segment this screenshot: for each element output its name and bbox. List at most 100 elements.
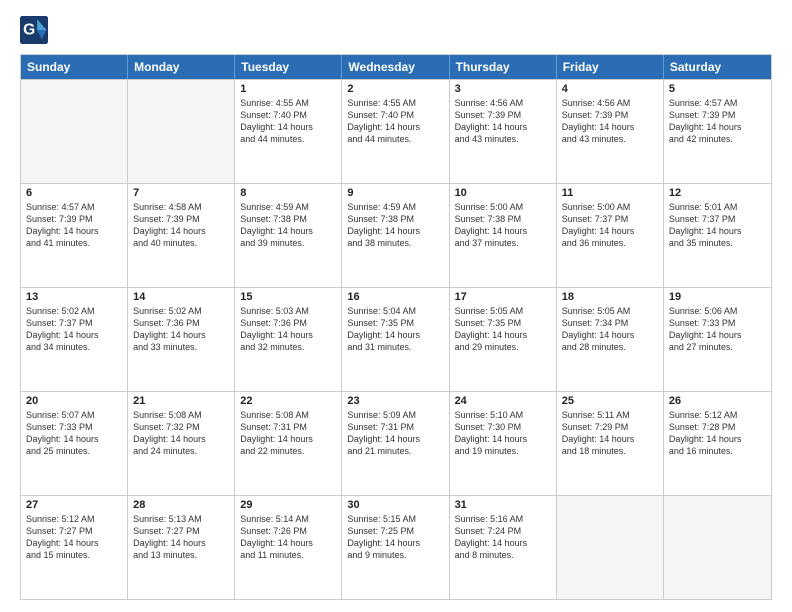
day-number: 3 [455, 83, 551, 95]
calendar-cell: 10 Sunrise: 5:00 AM Sunset: 7:38 PM Dayli… [450, 184, 557, 287]
day-info: Sunrise: 5:12 AM Sunset: 7:28 PM Dayligh… [669, 409, 766, 458]
day-number: 29 [240, 499, 336, 511]
day-number: 8 [240, 187, 336, 199]
calendar-cell: 28Sunrise: 5:13 AM Sunset: 7:27 PM Dayli… [128, 496, 235, 599]
day-info: Sunrise: 5:08 AM Sunset: 7:32 PM Dayligh… [133, 409, 229, 458]
calendar-cell: 22 Sunrise: 5:08 AM Sunset: 7:31 PM Dayli… [235, 392, 342, 495]
weekday-header-wednesday: Wednesday [342, 55, 449, 79]
day-number: 31 [455, 499, 551, 511]
calendar-cell: 18 Sunrise: 5:05 AM Sunset: 7:34 PM Dayli… [557, 288, 664, 391]
day-number: 16 [347, 291, 443, 303]
day-info: Sunrise: 5:00 AM Sunset: 7:38 PM Dayligh… [455, 201, 551, 250]
day-number: 20 [26, 395, 122, 407]
calendar-cell: 29 Sunrise: 5:14 AM Sunset: 7:26 PM Dayli… [235, 496, 342, 599]
day-number: 6 [26, 187, 122, 199]
calendar-cell: 5 Sunrise: 4:57 AM Sunset: 7:39 PM Daylig… [664, 80, 771, 183]
calendar-cell: 12 Sunrise: 5:01 AM Sunset: 7:37 PM Dayli… [664, 184, 771, 287]
day-info: Sunrise: 4:56 AM Sunset: 7:39 PM Dayligh… [562, 97, 658, 146]
calendar-cell [128, 80, 235, 183]
page: G SundayMondayTuesdayWednesdayThursdayFr… [0, 0, 792, 612]
weekday-header-thursday: Thursday [450, 55, 557, 79]
day-info: Sunrise: 4:59 AM Sunset: 7:38 PM Dayligh… [240, 201, 336, 250]
day-number: 17 [455, 291, 551, 303]
day-number: 25 [562, 395, 658, 407]
day-number: 22 [240, 395, 336, 407]
day-number: 30 [347, 499, 443, 511]
day-number: 13 [26, 291, 122, 303]
day-info: Sunrise: 5:15 AM Sunset: 7:25 PM Dayligh… [347, 513, 443, 562]
day-number: 26 [669, 395, 766, 407]
day-number: 23 [347, 395, 443, 407]
day-info: Sunrise: 4:57 AM Sunset: 7:39 PM Dayligh… [669, 97, 766, 146]
day-number: 10 [455, 187, 551, 199]
day-info: Sunrise: 5:10 AM Sunset: 7:30 PM Dayligh… [455, 409, 551, 458]
logo: G [20, 16, 52, 44]
weekday-header-tuesday: Tuesday [235, 55, 342, 79]
calendar-row-3: 20 Sunrise: 5:07 AM Sunset: 7:33 PM Dayli… [21, 391, 771, 495]
day-info: Sunrise: 4:57 AM Sunset: 7:39 PM Dayligh… [26, 201, 122, 250]
day-info: Sunrise: 4:58 AM Sunset: 7:39 PM Dayligh… [133, 201, 229, 250]
calendar-cell: 14Sunrise: 5:02 AM Sunset: 7:36 PM Dayli… [128, 288, 235, 391]
calendar-body: 1 Sunrise: 4:55 AM Sunset: 7:40 PM Daylig… [21, 79, 771, 599]
day-info: Sunrise: 5:06 AM Sunset: 7:33 PM Dayligh… [669, 305, 766, 354]
day-info: Sunrise: 5:01 AM Sunset: 7:37 PM Dayligh… [669, 201, 766, 250]
day-info: Sunrise: 5:14 AM Sunset: 7:26 PM Dayligh… [240, 513, 336, 562]
calendar-cell: 7Sunrise: 4:58 AM Sunset: 7:39 PM Daylig… [128, 184, 235, 287]
calendar-row-2: 13 Sunrise: 5:02 AM Sunset: 7:37 PM Dayli… [21, 287, 771, 391]
day-info: Sunrise: 5:05 AM Sunset: 7:34 PM Dayligh… [562, 305, 658, 354]
logo-icon: G [20, 16, 48, 44]
day-number: 21 [133, 395, 229, 407]
day-info: Sunrise: 5:09 AM Sunset: 7:31 PM Dayligh… [347, 409, 443, 458]
weekday-header-saturday: Saturday [664, 55, 771, 79]
day-info: Sunrise: 5:11 AM Sunset: 7:29 PM Dayligh… [562, 409, 658, 458]
calendar-cell: 16 Sunrise: 5:04 AM Sunset: 7:35 PM Dayli… [342, 288, 449, 391]
day-info: Sunrise: 4:55 AM Sunset: 7:40 PM Dayligh… [240, 97, 336, 146]
weekday-header-monday: Monday [128, 55, 235, 79]
day-number: 4 [562, 83, 658, 95]
calendar-cell: 6 Sunrise: 4:57 AM Sunset: 7:39 PM Daylig… [21, 184, 128, 287]
day-info: Sunrise: 4:55 AM Sunset: 7:40 PM Dayligh… [347, 97, 443, 146]
day-info: Sunrise: 5:02 AM Sunset: 7:36 PM Dayligh… [133, 305, 229, 354]
calendar-cell: 30 Sunrise: 5:15 AM Sunset: 7:25 PM Dayli… [342, 496, 449, 599]
calendar-row-0: 1 Sunrise: 4:55 AM Sunset: 7:40 PM Daylig… [21, 79, 771, 183]
day-info: Sunrise: 5:00 AM Sunset: 7:37 PM Dayligh… [562, 201, 658, 250]
day-info: Sunrise: 5:16 AM Sunset: 7:24 PM Dayligh… [455, 513, 551, 562]
calendar-header: SundayMondayTuesdayWednesdayThursdayFrid… [21, 55, 771, 79]
day-number: 11 [562, 187, 658, 199]
day-number: 18 [562, 291, 658, 303]
calendar-cell: 4 Sunrise: 4:56 AM Sunset: 7:39 PM Daylig… [557, 80, 664, 183]
calendar-cell: 3 Sunrise: 4:56 AM Sunset: 7:39 PM Daylig… [450, 80, 557, 183]
calendar-cell: 26 Sunrise: 5:12 AM Sunset: 7:28 PM Dayli… [664, 392, 771, 495]
calendar-row-1: 6 Sunrise: 4:57 AM Sunset: 7:39 PM Daylig… [21, 183, 771, 287]
svg-text:G: G [23, 22, 35, 39]
calendar-cell: 13 Sunrise: 5:02 AM Sunset: 7:37 PM Dayli… [21, 288, 128, 391]
day-info: Sunrise: 5:05 AM Sunset: 7:35 PM Dayligh… [455, 305, 551, 354]
day-info: Sunrise: 5:08 AM Sunset: 7:31 PM Dayligh… [240, 409, 336, 458]
day-number: 28 [133, 499, 229, 511]
day-info: Sunrise: 5:07 AM Sunset: 7:33 PM Dayligh… [26, 409, 122, 458]
calendar-cell: 25 Sunrise: 5:11 AM Sunset: 7:29 PM Dayli… [557, 392, 664, 495]
weekday-header-sunday: Sunday [21, 55, 128, 79]
calendar-cell: 31 Sunrise: 5:16 AM Sunset: 7:24 PM Dayli… [450, 496, 557, 599]
calendar-cell: 24 Sunrise: 5:10 AM Sunset: 7:30 PM Dayli… [450, 392, 557, 495]
day-number: 12 [669, 187, 766, 199]
day-number: 2 [347, 83, 443, 95]
calendar-cell: 11 Sunrise: 5:00 AM Sunset: 7:37 PM Dayli… [557, 184, 664, 287]
calendar-cell: 17 Sunrise: 5:05 AM Sunset: 7:35 PM Dayli… [450, 288, 557, 391]
calendar-cell: 19 Sunrise: 5:06 AM Sunset: 7:33 PM Dayli… [664, 288, 771, 391]
calendar-cell: 2 Sunrise: 4:55 AM Sunset: 7:40 PM Daylig… [342, 80, 449, 183]
calendar-cell [557, 496, 664, 599]
day-number: 1 [240, 83, 336, 95]
day-number: 5 [669, 83, 766, 95]
day-number: 24 [455, 395, 551, 407]
weekday-header-friday: Friday [557, 55, 664, 79]
day-number: 19 [669, 291, 766, 303]
day-info: Sunrise: 4:56 AM Sunset: 7:39 PM Dayligh… [455, 97, 551, 146]
day-number: 27 [26, 499, 122, 511]
calendar-cell: 15Sunrise: 5:03 AM Sunset: 7:36 PM Dayli… [235, 288, 342, 391]
calendar-cell: 21 Sunrise: 5:08 AM Sunset: 7:32 PM Dayli… [128, 392, 235, 495]
day-info: Sunrise: 5:02 AM Sunset: 7:37 PM Dayligh… [26, 305, 122, 354]
day-info: Sunrise: 5:04 AM Sunset: 7:35 PM Dayligh… [347, 305, 443, 354]
calendar-cell: 1 Sunrise: 4:55 AM Sunset: 7:40 PM Daylig… [235, 80, 342, 183]
calendar-cell [21, 80, 128, 183]
